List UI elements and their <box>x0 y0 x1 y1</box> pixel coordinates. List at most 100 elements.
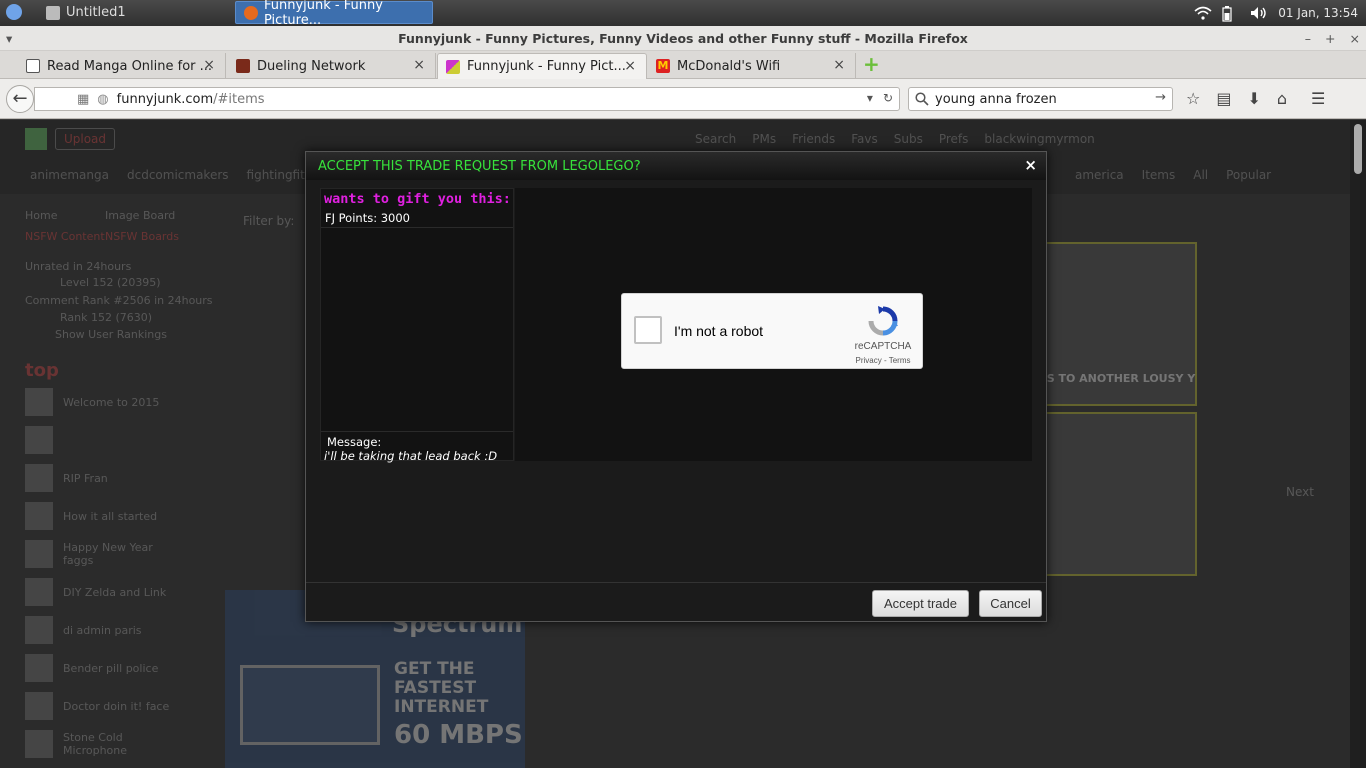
battery-icon[interactable] <box>1222 6 1238 22</box>
menu-icon[interactable]: ☰ <box>1311 89 1325 108</box>
thumbnail <box>25 654 53 682</box>
gift-item: FJ Points: 3000 <box>321 210 513 228</box>
user-link[interactable]: Search <box>695 132 736 146</box>
accept-trade-button[interactable]: Accept trade <box>872 590 969 617</box>
home-icon[interactable]: ⌂ <box>1277 89 1287 108</box>
list-item[interactable]: Welcome to 2015 <box>25 385 185 419</box>
user-link[interactable]: blackwingmyrmon <box>984 132 1094 146</box>
next-link[interactable]: Next <box>1286 485 1314 499</box>
content-thumbnail[interactable] <box>1045 412 1197 576</box>
tab-funnyjunk[interactable]: Funnyjunk - Funny Pict... × <box>437 53 647 79</box>
tab-dueling-network[interactable]: Dueling Network × <box>228 53 436 79</box>
tab-mcdonalds-wifi[interactable]: M McDonald's Wifi × <box>648 53 856 79</box>
sidebar-toggle-icon[interactable]: ▦ <box>77 92 89 107</box>
category-link[interactable]: animemanga <box>30 168 109 182</box>
navigation-bar: ▦ ◍ funnyjunk.com/#items ▾ ↻ ← young ann… <box>0 79 1366 119</box>
category-link[interactable]: Items <box>1142 168 1176 182</box>
tab-close-icon[interactable]: × <box>833 57 845 73</box>
taskbar-item-firefox[interactable]: Funnyjunk - Funny Picture... <box>235 0 433 28</box>
list-item[interactable]: di admin paris <box>25 613 185 647</box>
tab-close-icon[interactable]: × <box>203 57 215 73</box>
tab-close-icon[interactable]: × <box>413 57 425 73</box>
list-item[interactable]: DIY Zelda and Link <box>25 575 185 609</box>
tab-label: Dueling Network <box>257 58 366 74</box>
dialog-title: ACCEPT THIS TRADE REQUEST FROM LEGOLEGO? <box>318 159 641 174</box>
category-link[interactable]: All <box>1193 168 1208 182</box>
window-menu-icon[interactable]: ▾ <box>6 26 12 51</box>
close-icon[interactable]: × <box>1350 26 1360 51</box>
window-titlebar[interactable]: ▾ Funnyjunk - Funny Pictures, Funny Vide… <box>0 26 1366 51</box>
recaptcha-links[interactable]: Privacy - Terms <box>850 356 916 365</box>
reload-icon[interactable]: ↻ <box>883 91 893 105</box>
category-link[interactable]: Popular <box>1226 168 1271 182</box>
system-tray: 01 Jan, 13:54 <box>1194 0 1358 26</box>
new-tab-button[interactable]: + <box>863 54 883 75</box>
list-item[interactable]: Doctor doin it! face <box>25 689 185 723</box>
window-controls: – + × <box>1305 26 1360 51</box>
home-link[interactable]: Home <box>25 209 57 222</box>
ad-tagline: GET THE FASTEST INTERNET <box>394 659 489 717</box>
recaptcha-label: I'm not a robot <box>674 323 764 339</box>
list-item[interactable]: Bender pill police <box>25 651 185 685</box>
dialog-header: ACCEPT THIS TRADE REQUEST FROM LEGOLEGO?… <box>306 152 1046 180</box>
tab-close-icon[interactable]: × <box>624 58 636 74</box>
tab-read-manga[interactable]: Read Manga Online for ... × <box>18 53 226 79</box>
captcha-area: I'm not a robot reCAPTCHA Privacy - Term… <box>515 188 1032 461</box>
user-link[interactable]: Favs <box>851 132 878 146</box>
search-input[interactable]: young anna frozen → <box>908 87 1173 111</box>
list-item[interactable]: How it all started <box>25 499 185 533</box>
cancel-button[interactable]: Cancel <box>979 590 1042 617</box>
thumbnail <box>25 388 53 416</box>
url-text[interactable]: funnyjunk.com/#items <box>117 92 265 107</box>
image-board-link[interactable]: Image Board <box>105 209 175 222</box>
url-bar[interactable]: ▦ ◍ funnyjunk.com/#items ▾ ↻ <box>34 87 900 111</box>
scrollbar-thumb[interactable] <box>1354 124 1362 174</box>
user-link[interactable]: Subs <box>894 132 923 146</box>
wifi-icon[interactable] <box>1194 6 1212 20</box>
nsfw-boards-link[interactable]: NSFW Boards <box>105 230 179 243</box>
list-item[interactable]: Happy New Year faggs <box>25 537 185 571</box>
category-links-right: america Items All Popular <box>1075 168 1271 182</box>
page-scrollbar[interactable] <box>1350 120 1366 768</box>
list-item[interactable]: RIP Fran <box>25 461 185 495</box>
gift-panel: wants to gift you this: FJ Points: 3000 … <box>320 188 514 463</box>
search-go-icon[interactable]: → <box>1155 90 1166 105</box>
taskbar-item-untitled[interactable]: Untitled1 <box>38 1 226 24</box>
show-rankings-link[interactable]: Show User Rankings <box>55 328 167 341</box>
funnyjunk-favicon-icon <box>446 59 460 74</box>
bookmark-star-icon[interactable]: ☆ <box>1186 89 1200 108</box>
search-icon <box>915 92 929 106</box>
reading-list-icon[interactable]: ▤ <box>1216 89 1231 108</box>
download-icon[interactable]: ⬇ <box>1247 89 1260 108</box>
manga-favicon-icon <box>26 59 40 73</box>
app-menu-icon[interactable] <box>6 4 22 20</box>
recaptcha-logo-icon <box>868 306 898 336</box>
volume-icon[interactable] <box>1250 6 1266 20</box>
list-item[interactable]: Stone Cold Microphone <box>25 727 185 761</box>
site-logo[interactable] <box>25 128 47 150</box>
message-text: i'll be taking that lead back :D <box>324 449 498 463</box>
dueling-favicon-icon <box>236 59 250 73</box>
clock[interactable]: 01 Jan, 13:54 <box>1278 6 1358 20</box>
user-link[interactable]: PMs <box>752 132 776 146</box>
close-icon[interactable]: × <box>1024 156 1037 174</box>
firefox-icon <box>244 5 258 20</box>
mcdonalds-favicon-icon: M <box>656 59 670 73</box>
category-link[interactable]: america <box>1075 168 1124 182</box>
minimize-icon[interactable]: – <box>1305 26 1311 51</box>
taskbar-item-label: Untitled1 <box>66 5 126 20</box>
thumbnail <box>25 426 53 454</box>
tab-label: Funnyjunk - Funny Pict... <box>467 59 626 74</box>
user-link[interactable]: Friends <box>792 132 835 146</box>
user-link[interactable]: Prefs <box>939 132 969 146</box>
dropdown-icon[interactable]: ▾ <box>867 91 873 105</box>
upload-button[interactable]: Upload <box>55 128 115 150</box>
nsfw-link[interactable]: NSFW Content <box>25 230 105 243</box>
list-item[interactable] <box>25 423 185 457</box>
top-heading: top <box>25 360 59 381</box>
recaptcha-checkbox[interactable] <box>634 316 662 344</box>
window-title: Funnyjunk - Funny Pictures, Funny Videos… <box>398 31 968 46</box>
maximize-icon[interactable]: + <box>1325 26 1335 51</box>
category-link[interactable]: dcdcomicmakers <box>127 168 229 182</box>
back-button[interactable]: ← <box>6 85 34 113</box>
